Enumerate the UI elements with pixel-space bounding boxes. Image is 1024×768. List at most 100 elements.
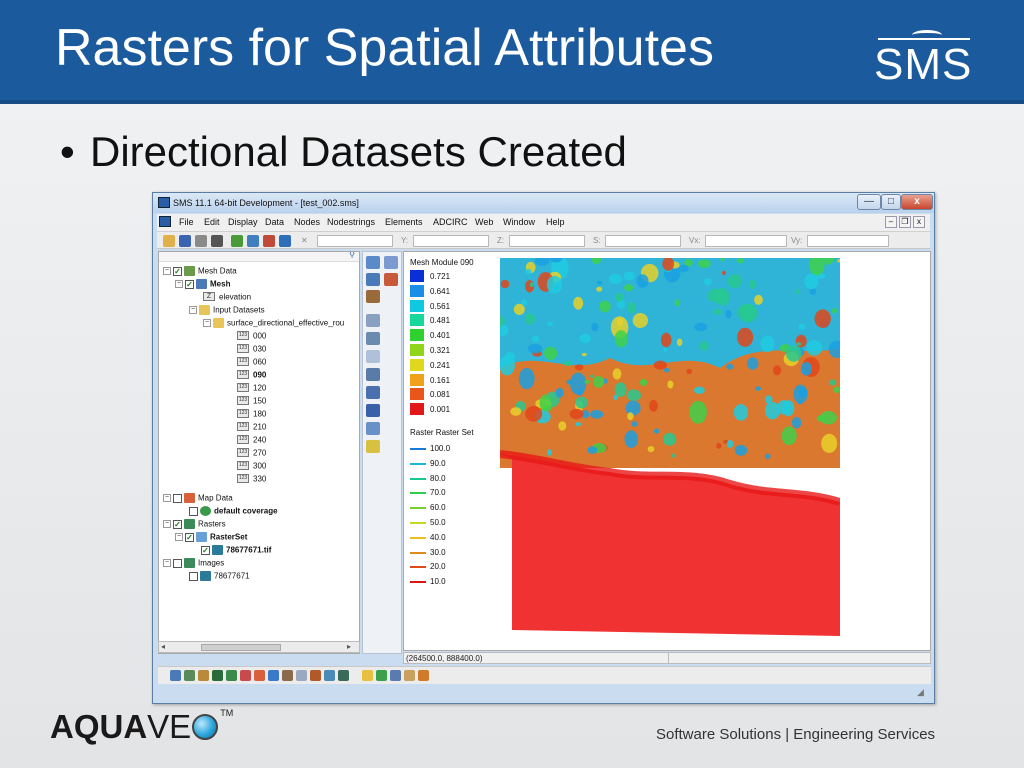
rotate-tool-icon[interactable] xyxy=(384,273,398,286)
tree-mesh-data[interactable]: − ✓ Mesh Data xyxy=(163,266,237,279)
print-icon[interactable] xyxy=(195,235,207,247)
menu-help[interactable]: Help xyxy=(546,217,565,227)
checkbox[interactable]: ✓ xyxy=(185,279,194,289)
select-element-icon[interactable] xyxy=(366,386,380,399)
gis-module-icon[interactable] xyxy=(240,670,251,681)
tree-rasters[interactable]: − ✓ Rasters xyxy=(163,519,226,532)
map-module-icon[interactable] xyxy=(212,670,223,681)
tree-map-data[interactable]: − Map Data xyxy=(163,493,233,506)
particle-module-icon[interactable] xyxy=(226,670,237,681)
expand-toggle-icon[interactable]: − xyxy=(163,267,171,275)
scroll-right-icon[interactable]: ▸ xyxy=(347,642,351,651)
cartesian-grid-module-icon[interactable] xyxy=(184,670,195,681)
menu-web[interactable]: Web xyxy=(475,217,493,227)
save-icon[interactable] xyxy=(179,235,191,247)
select-nodestring-icon[interactable] xyxy=(366,350,380,363)
checkbox[interactable] xyxy=(173,558,182,568)
graphics-window[interactable]: Mesh Module 090 0.721 0.641 0.561 0.481 0.401… xyxy=(403,251,931,651)
vy-field[interactable] xyxy=(807,235,889,247)
tree-dataset[interactable]: 123 030 xyxy=(237,344,266,357)
tools-icon[interactable] xyxy=(310,670,321,681)
tree-raster-set[interactable]: − ✓ RasterSet xyxy=(175,532,247,545)
tree-dataset[interactable]: 123 150 xyxy=(237,396,266,409)
tree-dataset[interactable]: 123 300 xyxy=(237,461,266,474)
link-icon[interactable] xyxy=(390,670,401,681)
expand-toggle-icon[interactable]: − xyxy=(203,319,211,327)
report-icon[interactable] xyxy=(404,670,415,681)
rotate-icon[interactable] xyxy=(279,235,291,247)
s-field[interactable] xyxy=(605,235,681,247)
scroll-left-icon[interactable]: ◂ xyxy=(161,642,165,651)
info-icon[interactable] xyxy=(362,670,373,681)
expand-toggle-icon[interactable]: − xyxy=(175,280,183,288)
tree-dataset[interactable]: 123 060 xyxy=(237,357,266,370)
checkbox[interactable] xyxy=(189,571,198,581)
pan-icon[interactable] xyxy=(384,256,398,269)
tree-dataset[interactable]: 123 000 xyxy=(237,331,266,344)
create-node-icon[interactable] xyxy=(366,332,380,345)
shape-module-icon[interactable] xyxy=(324,670,335,681)
minimize-button[interactable]: — xyxy=(857,194,881,210)
tree-dataset[interactable]: 123 210 xyxy=(237,422,266,435)
menu-display[interactable]: Display xyxy=(228,217,258,227)
tree-image-file[interactable]: 78677671 xyxy=(189,571,250,584)
expand-toggle-icon[interactable]: − xyxy=(189,306,197,314)
checkbox[interactable]: ✓ xyxy=(201,545,210,555)
mdi-minimize-button[interactable]: – xyxy=(885,216,897,228)
expand-toggle-icon[interactable]: − xyxy=(163,559,171,567)
query-icon[interactable] xyxy=(263,235,275,247)
maximize-button[interactable]: □ xyxy=(881,194,901,210)
zoom-icon[interactable] xyxy=(247,235,259,247)
tree-directional-folder[interactable]: − surface_directional_effective_rou xyxy=(203,318,344,331)
open-icon[interactable] xyxy=(163,235,175,247)
raster-module-icon[interactable] xyxy=(296,670,307,681)
tree-images[interactable]: − Images xyxy=(163,558,224,571)
x-field[interactable] xyxy=(317,235,393,247)
tree-dataset[interactable]: 123 330 xyxy=(237,474,266,487)
create-nodestring-icon[interactable] xyxy=(366,368,380,381)
frame-icon[interactable] xyxy=(231,235,243,247)
z-field[interactable] xyxy=(509,235,585,247)
tree-dataset[interactable]: 123 240 xyxy=(237,435,266,448)
menu-edit[interactable]: Edit xyxy=(204,217,220,227)
delete-icon[interactable] xyxy=(211,235,223,247)
select-mesh-icon[interactable] xyxy=(366,256,380,269)
checkbox[interactable] xyxy=(173,493,182,503)
mesh-module-icon[interactable] xyxy=(170,670,181,681)
tree-dataset-selected[interactable]: 123 090 xyxy=(237,370,266,383)
checkbox[interactable]: ✓ xyxy=(173,266,182,276)
menu-data[interactable]: Data xyxy=(265,217,284,227)
tree-dataset[interactable]: 123 120 xyxy=(237,383,266,396)
scatter-module-icon[interactable] xyxy=(198,670,209,681)
merge-triangles-icon[interactable] xyxy=(366,422,380,435)
contour-options-icon[interactable] xyxy=(366,440,380,453)
tree-default-coverage[interactable]: default coverage xyxy=(189,506,278,519)
window-titlebar[interactable]: SMS 11.1 64-bit Development - [test_002.… xyxy=(153,193,934,213)
checkbox[interactable]: ✓ xyxy=(173,519,182,529)
mdi-restore-button[interactable]: ❐ xyxy=(899,216,911,228)
tree-mesh[interactable]: − ✓ Mesh xyxy=(175,279,230,292)
select-node-icon[interactable] xyxy=(366,314,380,327)
globe-icon[interactable] xyxy=(268,670,279,681)
expand-toggle-icon[interactable]: − xyxy=(163,494,171,502)
resize-grip-icon[interactable]: ◢ xyxy=(917,687,929,699)
create-element-icon[interactable] xyxy=(366,404,380,417)
expand-toggle-icon[interactable]: − xyxy=(163,520,171,528)
close-button[interactable]: x xyxy=(901,194,933,210)
scroll-thumb[interactable] xyxy=(201,644,281,651)
tree-input-datasets[interactable]: − Input Datasets xyxy=(189,305,265,318)
checkbox[interactable]: ✓ xyxy=(185,532,194,542)
menu-file[interactable]: File xyxy=(179,217,194,227)
annotation-module-icon[interactable] xyxy=(254,670,265,681)
pin-icon[interactable]: ⚲ xyxy=(349,252,355,259)
checkbox[interactable] xyxy=(189,506,198,516)
chart-icon[interactable] xyxy=(418,670,429,681)
y-field[interactable] xyxy=(413,235,489,247)
plot-icon[interactable] xyxy=(376,670,387,681)
image-module-icon[interactable] xyxy=(338,670,349,681)
vx-field[interactable] xyxy=(705,235,787,247)
explorer-horizontal-scrollbar[interactable]: ◂ ▸ xyxy=(158,641,360,653)
menu-nodestrings[interactable]: Nodestrings xyxy=(327,217,375,227)
measure-icon[interactable] xyxy=(366,290,380,303)
menu-nodes[interactable]: Nodes xyxy=(294,217,320,227)
